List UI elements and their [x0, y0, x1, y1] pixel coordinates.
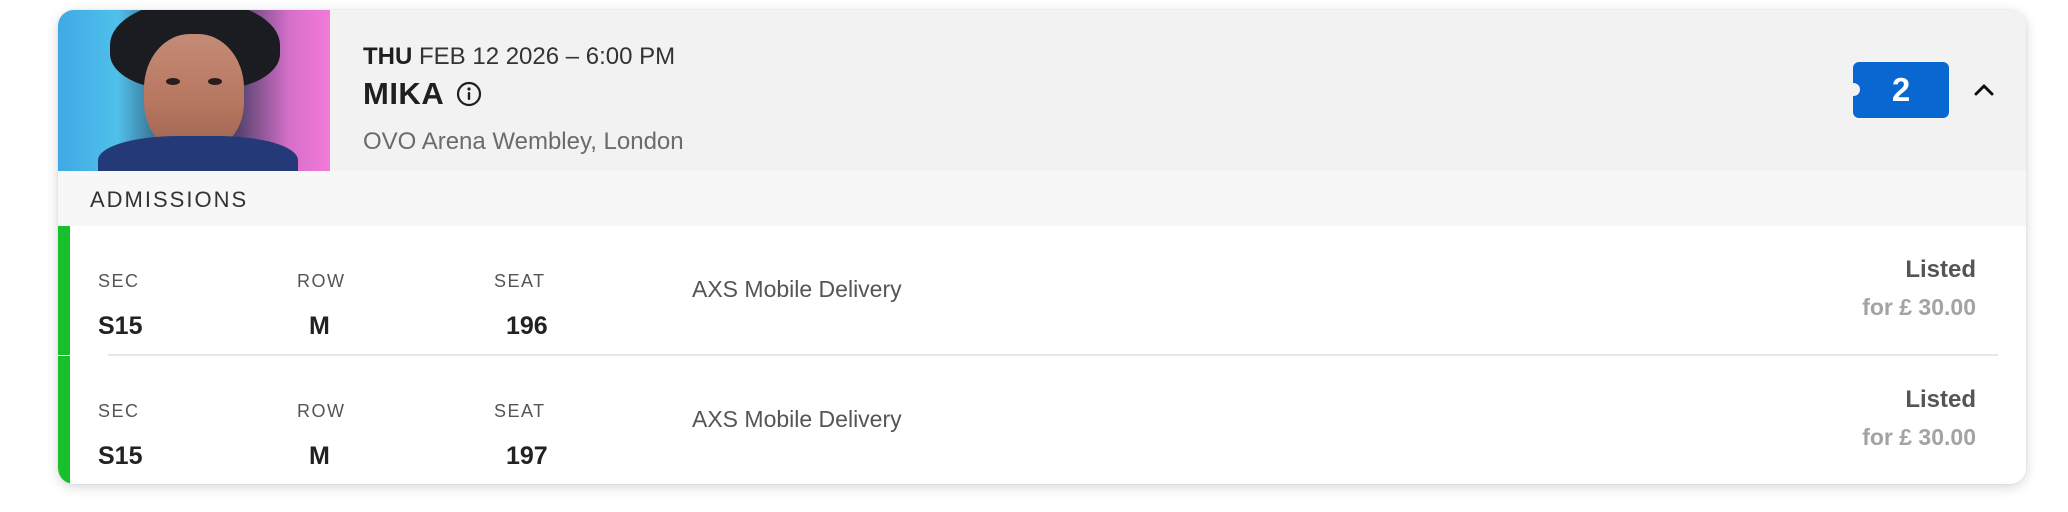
collapse-toggle-button[interactable]	[1968, 74, 2000, 106]
ticket-count: 2	[1891, 71, 1911, 108]
sec-value: S15	[98, 442, 143, 470]
listing-price: for £ 30.00	[1862, 424, 1976, 450]
row-value: M	[309, 442, 330, 470]
listing-status: Listed	[1905, 256, 1976, 283]
event-day: THU	[363, 43, 413, 70]
row-label: ROW	[297, 271, 346, 291]
event-venue: OVO Arena Wembley, London	[363, 128, 684, 155]
chevron-up-icon	[1974, 84, 1994, 96]
ticket-row[interactable]: SEC S15 ROW M SEAT 196 AXS Mobile Delive…	[58, 226, 2026, 356]
row-value: M	[309, 312, 330, 340]
listing-price: for £ 30.00	[1862, 294, 1976, 320]
listing-status: Listed	[1905, 386, 1976, 413]
listed-status-accent	[58, 356, 70, 484]
event-title: MIKA	[363, 76, 445, 111]
admissions-label: ADMISSIONS	[90, 187, 249, 212]
row-label: ROW	[297, 401, 346, 421]
ticket-count-badge: 2	[1847, 62, 1949, 118]
event-title-row: MIKA	[363, 76, 482, 112]
event-date: THU FEB 12 2026 – 6:00 PM	[363, 43, 675, 71]
artist-photo	[58, 10, 330, 171]
sec-value: S15	[98, 312, 143, 340]
info-circle-icon[interactable]	[456, 81, 482, 107]
sec-label: SEC	[98, 271, 140, 291]
delivery-method: AXS Mobile Delivery	[692, 276, 902, 302]
event-ticket-card: THU FEB 12 2026 – 6:00 PM MIKA OVO Arena…	[58, 10, 2026, 484]
seat-label: SEAT	[494, 401, 546, 421]
seat-value: 196	[506, 312, 548, 340]
delivery-method: AXS Mobile Delivery	[692, 406, 902, 432]
admissions-header: ADMISSIONS	[58, 171, 2026, 226]
seat-value: 197	[506, 442, 548, 470]
event-header[interactable]: THU FEB 12 2026 – 6:00 PM MIKA OVO Arena…	[58, 10, 2026, 171]
event-date-time: FEB 12 2026 – 6:00 PM	[419, 43, 676, 70]
listed-status-accent	[58, 226, 70, 355]
seat-label: SEAT	[494, 271, 546, 291]
ticket-row[interactable]: SEC S15 ROW M SEAT 197 AXS Mobile Delive…	[58, 356, 2026, 484]
sec-label: SEC	[98, 401, 140, 421]
